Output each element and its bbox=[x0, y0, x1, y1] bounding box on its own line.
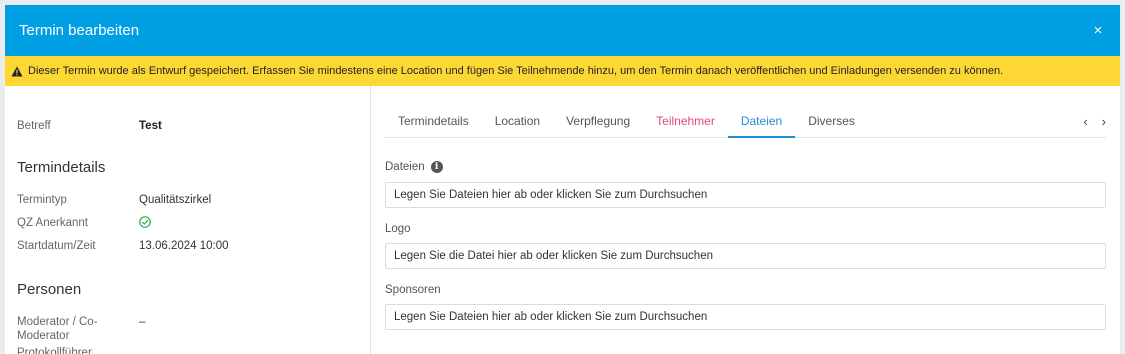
dialog-body: Betreff Test Termindetails Termintyp Qua… bbox=[5, 86, 1120, 354]
moderator-value: – bbox=[139, 316, 146, 328]
logo-label: Logo bbox=[385, 223, 411, 235]
qz-label: QZ Anerkannt bbox=[17, 217, 88, 229]
close-button[interactable]: × bbox=[1089, 22, 1107, 39]
warning-text: Dieser Termin wurde als Entwurf gespeich… bbox=[28, 65, 1004, 77]
sponsoren-dropzone[interactable]: Legen Sie Dateien hier ab oder klicken S… bbox=[385, 304, 1106, 330]
tab-location[interactable]: Location bbox=[482, 102, 553, 138]
tab-scroll-controls: ‹ › bbox=[1083, 114, 1106, 129]
termintyp-value: Qualitätszirkel bbox=[139, 194, 212, 206]
edit-appointment-dialog: Termin bearbeiten × Dieser Termin wurde … bbox=[5, 5, 1120, 354]
betreff-row: Betreff Test bbox=[17, 119, 162, 133]
start-label: Startdatum/Zeit bbox=[17, 240, 96, 252]
tab-verpflegung[interactable]: Verpflegung bbox=[553, 102, 643, 138]
dateien-label-text: Dateien bbox=[385, 161, 425, 173]
protokoll-row: Protokollführer – bbox=[17, 346, 145, 354]
logo-dropzone[interactable]: Legen Sie die Datei hier ab oder klicken… bbox=[385, 243, 1106, 269]
tab-teilnehmer[interactable]: Teilnehmer bbox=[643, 102, 728, 138]
tab-termindetails[interactable]: Termindetails bbox=[385, 102, 482, 138]
tab-panel: Termindetails Location Verpflegung Teiln… bbox=[371, 86, 1120, 354]
moderator-label-line2: Moderator bbox=[17, 330, 70, 342]
dateien-label: Dateien i bbox=[385, 161, 443, 173]
dateien-dropzone[interactable]: Legen Sie Dateien hier ab oder klicken S… bbox=[385, 182, 1106, 208]
chevron-right-icon[interactable]: › bbox=[1102, 114, 1106, 129]
termintyp-label: Termintyp bbox=[17, 194, 67, 206]
draft-warning-banner: Dieser Termin wurde als Entwurf gespeich… bbox=[5, 56, 1120, 86]
dialog-title: Termin bearbeiten bbox=[19, 22, 140, 39]
warning-icon bbox=[11, 66, 23, 77]
protokoll-label: Protokollführer bbox=[17, 347, 92, 354]
tab-dateien[interactable]: Dateien bbox=[727, 102, 796, 138]
info-icon[interactable]: i bbox=[430, 161, 443, 173]
start-value: 13.06.2024 10:00 bbox=[139, 240, 229, 252]
termindetails-heading: Termindetails bbox=[17, 159, 106, 176]
chevron-left-icon[interactable]: ‹ bbox=[1083, 114, 1087, 129]
moderator-label-line1: Moderator / Co- bbox=[17, 316, 98, 328]
tab-bar: Termindetails Location Verpflegung Teiln… bbox=[385, 102, 1106, 138]
check-circle-icon bbox=[139, 216, 151, 230]
betreff-value: Test bbox=[139, 120, 162, 132]
sponsoren-label: Sponsoren bbox=[385, 284, 441, 296]
qz-row: QZ Anerkannt bbox=[17, 216, 151, 230]
protokoll-value: – bbox=[139, 346, 145, 354]
termintyp-row: Termintyp Qualitätszirkel bbox=[17, 193, 211, 207]
start-row: Startdatum/Zeit 13.06.2024 10:00 bbox=[17, 239, 229, 253]
tab-diverses[interactable]: Diverses bbox=[795, 102, 868, 138]
moderator-row: Moderator / Co- Moderator – bbox=[17, 315, 145, 343]
summary-panel: Betreff Test Termindetails Termintyp Qua… bbox=[5, 86, 371, 354]
dialog-header: Termin bearbeiten × bbox=[5, 5, 1120, 56]
betreff-label: Betreff bbox=[17, 120, 51, 132]
moderator-label: Moderator / Co- Moderator bbox=[17, 315, 139, 343]
personen-heading: Personen bbox=[17, 281, 82, 298]
